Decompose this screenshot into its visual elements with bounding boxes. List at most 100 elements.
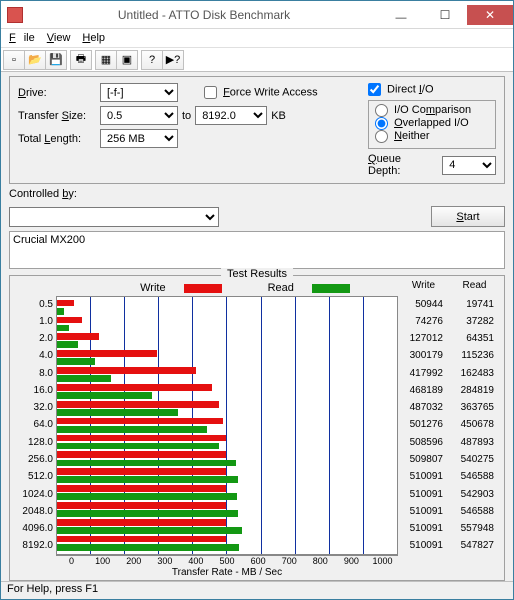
close-button[interactable] xyxy=(467,5,513,25)
bar-pair xyxy=(57,417,397,434)
x-tick: 500 xyxy=(211,556,242,567)
legend-write-label: Write xyxy=(140,282,165,294)
bar-pair xyxy=(57,299,397,316)
write-value: 508596 xyxy=(398,434,443,451)
x-axis-ticks: 01002003004005006007008009001000 xyxy=(56,555,398,567)
total-length-label: Total Length: xyxy=(18,133,96,145)
write-value: 468189 xyxy=(398,382,443,399)
y-tick: 128.0 xyxy=(14,434,53,451)
write-value: 510091 xyxy=(398,486,443,503)
write-bar xyxy=(57,384,212,391)
transfer-to-select[interactable]: 8192.0 xyxy=(195,106,267,125)
client-area: Drive: [-f-] Force Write Access Transfer… xyxy=(1,72,513,581)
neither-radio[interactable]: Neither xyxy=(375,130,430,142)
x-tick: 800 xyxy=(305,556,336,567)
stop-icon[interactable]: ▣ xyxy=(116,50,138,70)
write-value: 127012 xyxy=(398,331,443,348)
maximize-button[interactable] xyxy=(423,5,467,25)
read-bar xyxy=(57,308,64,315)
help-icon[interactable]: ? xyxy=(141,50,163,70)
write-swatch-icon xyxy=(184,284,222,293)
bar-pair xyxy=(57,400,397,417)
y-tick: 16.0 xyxy=(14,382,53,399)
open-icon[interactable]: 📂 xyxy=(24,50,46,70)
total-length-select[interactable]: 256 MB xyxy=(100,129,178,148)
bar-pair xyxy=(57,468,397,485)
read-bar xyxy=(57,510,238,517)
results-title: Test Results xyxy=(221,268,293,280)
run-icon[interactable]: ▦ xyxy=(95,50,117,70)
legend: Write Read xyxy=(92,282,398,294)
window-title: Untitled - ATTO Disk Benchmark xyxy=(29,8,379,22)
chart: 0.51.02.04.08.016.032.064.0128.0256.0512… xyxy=(14,296,500,555)
y-tick: 4.0 xyxy=(14,348,53,365)
controlled-by-select[interactable] xyxy=(9,207,219,227)
overlapped-io-radio[interactable]: Overlapped I/O xyxy=(375,117,469,129)
minimize-button[interactable] xyxy=(379,5,423,25)
bar-pair xyxy=(57,316,397,333)
read-value: 284819 xyxy=(449,382,494,399)
statusbar: For Help, press F1 xyxy=(1,581,513,599)
notes-input[interactable]: Crucial MX200 xyxy=(9,231,505,269)
read-values: 1974137282643511152361624832848193637654… xyxy=(449,296,500,555)
drive-select[interactable]: [-f-] xyxy=(100,83,178,102)
write-bar xyxy=(57,536,226,543)
read-value: 557948 xyxy=(449,520,494,537)
bar-pair xyxy=(57,383,397,400)
read-bar xyxy=(57,409,178,416)
write-bar xyxy=(57,300,74,307)
transfer-from-select[interactable]: 0.5 xyxy=(100,106,178,125)
write-bar xyxy=(57,485,226,492)
y-tick: 8.0 xyxy=(14,365,53,382)
read-value: 487893 xyxy=(449,434,494,451)
new-icon[interactable]: ▫ xyxy=(3,50,25,70)
read-value: 115236 xyxy=(449,348,494,365)
print-icon[interactable]: 🖶 xyxy=(70,50,92,70)
to-label: to xyxy=(182,110,191,122)
read-bar xyxy=(57,460,236,467)
write-bar xyxy=(57,468,226,475)
context-help-icon[interactable]: ▶? xyxy=(162,50,184,70)
save-icon[interactable]: 💾 xyxy=(45,50,67,70)
io-comparison-radio[interactable]: I/O Comparison xyxy=(375,104,471,116)
bar-pair xyxy=(57,484,397,501)
force-write-input[interactable] xyxy=(204,86,217,99)
menu-view[interactable]: View xyxy=(43,31,75,45)
read-bar xyxy=(57,443,219,450)
menubar: File View Help xyxy=(1,29,513,48)
x-tick: 700 xyxy=(274,556,305,567)
write-value: 510091 xyxy=(398,520,443,537)
read-bar xyxy=(57,544,239,551)
menu-help[interactable]: Help xyxy=(78,31,109,45)
app-window: Untitled - ATTO Disk Benchmark File View… xyxy=(0,0,514,600)
read-bar xyxy=(57,493,237,500)
direct-io-checkbox[interactable]: Direct I/O xyxy=(368,83,434,96)
write-bar xyxy=(57,367,196,374)
write-bar xyxy=(57,333,99,340)
bars xyxy=(57,297,397,554)
x-tick: 300 xyxy=(149,556,180,567)
y-tick: 8192.0 xyxy=(14,538,53,555)
start-button[interactable]: Start xyxy=(431,206,505,227)
write-value: 510091 xyxy=(398,538,443,555)
write-bar xyxy=(57,418,223,425)
x-tick: 100 xyxy=(87,556,118,567)
read-value: 64351 xyxy=(449,331,494,348)
y-tick: 512.0 xyxy=(14,469,53,486)
read-bar xyxy=(57,476,238,483)
write-value: 510091 xyxy=(398,503,443,520)
x-tick: 400 xyxy=(180,556,211,567)
force-write-checkbox[interactable]: Force Write Access xyxy=(204,86,318,99)
read-bar xyxy=(57,375,111,382)
x-tick: 600 xyxy=(243,556,274,567)
y-tick: 2.0 xyxy=(14,331,53,348)
transfer-size-label: Transfer Size: xyxy=(18,110,96,122)
menu-file[interactable]: File xyxy=(5,31,39,45)
write-value: 300179 xyxy=(398,348,443,365)
direct-io-input[interactable] xyxy=(368,83,381,96)
read-value: 450678 xyxy=(449,417,494,434)
bar-pair xyxy=(57,333,397,350)
queue-depth-select[interactable]: 4 xyxy=(442,156,496,175)
titlebar: Untitled - ATTO Disk Benchmark xyxy=(1,1,513,29)
read-value: 547827 xyxy=(449,538,494,555)
